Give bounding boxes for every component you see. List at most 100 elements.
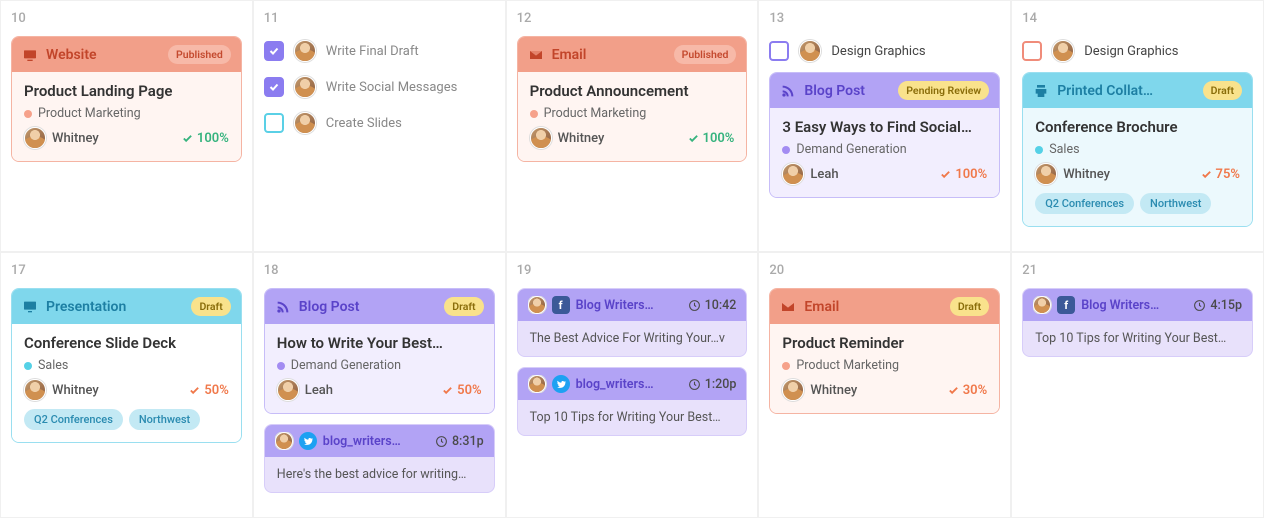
category-dot [782,362,790,370]
progress-percent: 100% [940,167,987,182]
social-account: blog_writers… [323,434,401,449]
website-icon [22,47,38,63]
checkbox-unchecked[interactable] [1022,41,1042,61]
tag[interactable]: Northwest [1140,193,1211,214]
status-badge: Draft [444,297,483,316]
email-icon [780,299,796,315]
social-post-facebook[interactable]: f Blog Writers… 10:42 The Best Advice Fo… [517,288,748,357]
card-blog[interactable]: Blog Post Draft How to Write Your Best… … [264,288,495,414]
avatar [275,432,293,450]
rss-icon [780,83,796,99]
avatar [1035,163,1057,185]
progress-percent: 50% [442,383,481,398]
day-cell-10[interactable]: 10 Website Published Product Landing Pag… [0,0,253,252]
clock-icon [688,299,701,312]
email-icon [528,47,544,63]
checkbox-checked[interactable] [264,41,284,61]
checkbox-unchecked[interactable] [769,41,789,61]
facebook-icon: f [1057,296,1075,314]
status-badge: Draft [1203,81,1242,100]
card-type: Printed Collat… [1057,83,1153,99]
task-label: Write Final Draft [326,44,419,59]
day-cell-14[interactable]: 14 Design Graphics Printed Collat… Draft… [1011,0,1264,252]
card-category: Product Marketing [38,106,141,121]
social-time: 10:42 [705,298,737,313]
task-row[interactable]: Design Graphics [1022,36,1253,66]
card-title: Product Announcement [530,82,735,100]
day-number: 12 [517,11,748,26]
assignee-name: Whitney [1063,167,1110,182]
card-title: Product Landing Page [24,82,229,100]
task-row[interactable]: Create Slides [264,108,495,138]
avatar [277,379,299,401]
assignee-name: Leah [810,167,838,182]
task-row[interactable]: Design Graphics [769,36,1000,66]
tag[interactable]: Q2 Conferences [24,409,123,430]
day-cell-19[interactable]: 19 f Blog Writers… 10:42 The Best Advice… [506,252,759,518]
card-email[interactable]: Email Draft Product Reminder Product Mar… [769,288,1000,414]
day-number: 21 [1022,263,1253,278]
task-label: Design Graphics [831,44,925,59]
assignee-name: Whitney [52,131,99,146]
task-row[interactable]: Write Final Draft [264,36,495,66]
day-number: 14 [1022,11,1253,26]
social-text: The Best Advice For Writing Your…v [518,321,747,356]
social-post-twitter[interactable]: blog_writers… 8:31p Here's the best advi… [264,424,495,493]
avatar [530,127,552,149]
checkbox-unchecked[interactable] [264,113,284,133]
day-number: 19 [517,263,748,278]
card-title: 3 Easy Ways to Find Social… [782,118,987,136]
day-cell-18[interactable]: 18 Blog Post Draft How to Write Your Bes… [253,252,506,518]
avatar [24,127,46,149]
card-type: Website [46,47,97,63]
card-blog[interactable]: Blog Post Pending Review 3 Easy Ways to … [769,72,1000,198]
social-account: Blog Writers… [1081,298,1159,313]
card-presentation[interactable]: Presentation Draft Conference Slide Deck… [11,288,242,443]
task-row[interactable]: Write Social Messages [264,72,495,102]
day-cell-12[interactable]: 12 Email Published Product Announcement … [506,0,759,252]
card-type: Email [552,47,587,63]
day-cell-11[interactable]: 11 Write Final Draft Write Social Messag… [253,0,506,252]
assignee-name: Leah [305,383,333,398]
avatar [24,379,46,401]
card-email[interactable]: Email Published Product Announcement Pro… [517,36,748,162]
assignee-name: Whitney [558,131,605,146]
avatar [799,40,821,62]
tag[interactable]: Northwest [129,409,200,430]
day-cell-13[interactable]: 13 Design Graphics Blog Post Pending Rev… [758,0,1011,252]
card-category: Product Marketing [796,358,899,373]
social-post-twitter[interactable]: blog_writers… 1:20p Top 10 Tips for Writ… [517,367,748,436]
progress-percent: 100% [688,131,735,146]
day-cell-20[interactable]: 20 Email Draft Product Reminder Product … [758,252,1011,518]
avatar [294,112,316,134]
day-number: 11 [264,11,495,26]
category-dot [1035,146,1043,154]
card-category: Product Marketing [544,106,647,121]
social-time: 8:31p [452,434,484,449]
social-text: Here's the best advice for writing… [265,457,494,492]
avatar [528,296,546,314]
card-category: Sales [1049,142,1079,157]
checkbox-checked[interactable] [264,77,284,97]
social-post-facebook[interactable]: f Blog Writers… 4:15p Top 10 Tips for Wr… [1022,288,1253,357]
print-icon [1033,83,1049,99]
card-type: Presentation [46,299,126,315]
card-website[interactable]: Website Published Product Landing Page P… [11,36,242,162]
card-type: Email [804,299,839,315]
day-number: 13 [769,11,1000,26]
category-dot [530,110,538,118]
status-badge: Draft [950,297,989,316]
avatar [294,40,316,62]
calendar-grid: 10 Website Published Product Landing Pag… [0,0,1264,518]
social-account: Blog Writers… [576,298,654,313]
card-title: Conference Slide Deck [24,334,229,352]
assignee-name: Whitney [810,383,857,398]
tag[interactable]: Q2 Conferences [1035,193,1134,214]
card-category: Sales [38,358,68,373]
rss-icon [275,299,291,315]
card-printed[interactable]: Printed Collat… Draft Conference Brochur… [1022,72,1253,227]
day-cell-21[interactable]: 21 f Blog Writers… 4:15p Top 10 Tips for… [1011,252,1264,518]
day-cell-17[interactable]: 17 Presentation Draft Conference Slide D… [0,252,253,518]
social-time: 1:20p [705,377,737,392]
card-type: Blog Post [299,299,360,315]
